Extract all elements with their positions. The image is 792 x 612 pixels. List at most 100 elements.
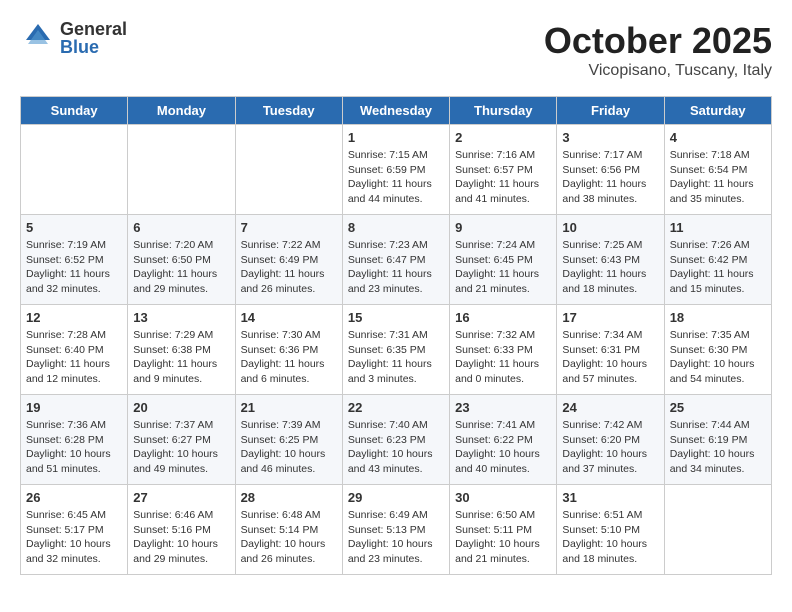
calendar-day: 30 Sunrise: 6:50 AM Sunset: 5:11 PM Dayli… [450,485,557,575]
day-info: Sunrise: 6:50 AM Sunset: 5:11 PM Dayligh… [455,508,551,567]
day-number: 4 [670,130,766,145]
calendar-day: 24 Sunrise: 7:42 AM Sunset: 6:20 PM Dayli… [557,395,664,485]
calendar-header-row: SundayMondayTuesdayWednesdayThursdayFrid… [21,97,772,125]
logo-text: General Blue [60,20,127,56]
day-info: Sunrise: 7:22 AM Sunset: 6:49 PM Dayligh… [241,238,337,297]
header: General Blue October 2025 Vicopisano, Tu… [20,20,772,80]
calendar-day: 22 Sunrise: 7:40 AM Sunset: 6:23 PM Dayli… [342,395,449,485]
day-info: Sunrise: 7:25 AM Sunset: 6:43 PM Dayligh… [562,238,658,297]
day-info: Sunrise: 7:31 AM Sunset: 6:35 PM Dayligh… [348,328,444,387]
day-number: 28 [241,490,337,505]
calendar-day [21,125,128,215]
calendar-week-4: 19 Sunrise: 7:36 AM Sunset: 6:28 PM Dayli… [21,395,772,485]
calendar-day: 18 Sunrise: 7:35 AM Sunset: 6:30 PM Dayli… [664,305,771,395]
day-info: Sunrise: 7:35 AM Sunset: 6:30 PM Dayligh… [670,328,766,387]
day-number: 30 [455,490,551,505]
calendar-day: 8 Sunrise: 7:23 AM Sunset: 6:47 PM Daylig… [342,215,449,305]
day-number: 5 [26,220,122,235]
day-info: Sunrise: 6:49 AM Sunset: 5:13 PM Dayligh… [348,508,444,567]
logo-general: General [60,20,127,38]
day-number: 2 [455,130,551,145]
day-number: 27 [133,490,229,505]
day-header-friday: Friday [557,97,664,125]
calendar-week-3: 12 Sunrise: 7:28 AM Sunset: 6:40 PM Dayli… [21,305,772,395]
day-info: Sunrise: 7:40 AM Sunset: 6:23 PM Dayligh… [348,418,444,477]
title-area: October 2025 Vicopisano, Tuscany, Italy [544,20,772,80]
day-number: 6 [133,220,229,235]
day-number: 12 [26,310,122,325]
calendar-body: 1Sunrise: 7:15 AM Sunset: 6:59 PM Daylig… [21,125,772,575]
day-info: Sunrise: 7:34 AM Sunset: 6:31 PM Dayligh… [562,328,658,387]
day-info: Sunrise: 7:20 AM Sunset: 6:50 PM Dayligh… [133,238,229,297]
day-number: 7 [241,220,337,235]
calendar-day: 7 Sunrise: 7:22 AM Sunset: 6:49 PM Daylig… [235,215,342,305]
day-info: Sunrise: 7:36 AM Sunset: 6:28 PM Dayligh… [26,418,122,477]
calendar-day: 17Sunrise: 7:34 AM Sunset: 6:31 PM Dayli… [557,305,664,395]
day-info: Sunrise: 7:41 AM Sunset: 6:22 PM Dayligh… [455,418,551,477]
calendar-day: 10 Sunrise: 7:25 AM Sunset: 6:43 PM Dayli… [557,215,664,305]
day-info: Sunrise: 7:15 AM Sunset: 6:59 PM Dayligh… [348,148,444,207]
day-number: 19 [26,400,122,415]
day-number: 25 [670,400,766,415]
day-info: Sunrise: 6:46 AM Sunset: 5:16 PM Dayligh… [133,508,229,567]
day-number: 22 [348,400,444,415]
day-info: Sunrise: 6:45 AM Sunset: 5:17 PM Dayligh… [26,508,122,567]
location-title: Vicopisano, Tuscany, Italy [544,62,772,80]
day-info: Sunrise: 7:37 AM Sunset: 6:27 PM Dayligh… [133,418,229,477]
day-number: 10 [562,220,658,235]
calendar-week-2: 5 Sunrise: 7:19 AM Sunset: 6:52 PM Daylig… [21,215,772,305]
calendar-day: 14Sunrise: 7:30 AM Sunset: 6:36 PM Dayli… [235,305,342,395]
calendar-day: 12 Sunrise: 7:28 AM Sunset: 6:40 PM Dayli… [21,305,128,395]
day-header-thursday: Thursday [450,97,557,125]
calendar-day: 6 Sunrise: 7:20 AM Sunset: 6:50 PM Daylig… [128,215,235,305]
logo-blue: Blue [60,38,127,56]
day-info: Sunrise: 7:39 AM Sunset: 6:25 PM Dayligh… [241,418,337,477]
day-number: 11 [670,220,766,235]
logo-icon [20,20,56,56]
day-info: Sunrise: 7:28 AM Sunset: 6:40 PM Dayligh… [26,328,122,387]
day-number: 20 [133,400,229,415]
calendar-day [128,125,235,215]
logo: General Blue [20,20,127,56]
day-number: 31 [562,490,658,505]
day-info: Sunrise: 7:23 AM Sunset: 6:47 PM Dayligh… [348,238,444,297]
calendar-day [235,125,342,215]
calendar-day: 20 Sunrise: 7:37 AM Sunset: 6:27 PM Dayli… [128,395,235,485]
calendar-week-5: 26 Sunrise: 6:45 AM Sunset: 5:17 PM Dayli… [21,485,772,575]
day-header-tuesday: Tuesday [235,97,342,125]
calendar-day: 26 Sunrise: 6:45 AM Sunset: 5:17 PM Dayli… [21,485,128,575]
calendar-week-1: 1Sunrise: 7:15 AM Sunset: 6:59 PM Daylig… [21,125,772,215]
day-header-wednesday: Wednesday [342,97,449,125]
day-header-sunday: Sunday [21,97,128,125]
day-info: Sunrise: 6:48 AM Sunset: 5:14 PM Dayligh… [241,508,337,567]
month-title: October 2025 [544,20,772,62]
day-number: 24 [562,400,658,415]
calendar-day: 27 Sunrise: 6:46 AM Sunset: 5:16 PM Dayli… [128,485,235,575]
calendar-table: SundayMondayTuesdayWednesdayThursdayFrid… [20,96,772,575]
calendar-day: 11 Sunrise: 7:26 AM Sunset: 6:42 PM Dayli… [664,215,771,305]
day-info: Sunrise: 7:16 AM Sunset: 6:57 PM Dayligh… [455,148,551,207]
day-info: Sunrise: 7:26 AM Sunset: 6:42 PM Dayligh… [670,238,766,297]
day-number: 23 [455,400,551,415]
day-info: Sunrise: 7:19 AM Sunset: 6:52 PM Dayligh… [26,238,122,297]
calendar-day: 28 Sunrise: 6:48 AM Sunset: 5:14 PM Dayli… [235,485,342,575]
day-info: Sunrise: 7:42 AM Sunset: 6:20 PM Dayligh… [562,418,658,477]
day-number: 26 [26,490,122,505]
calendar-day: 15 Sunrise: 7:31 AM Sunset: 6:35 PM Dayli… [342,305,449,395]
calendar-day: 31Sunrise: 6:51 AM Sunset: 5:10 PM Dayli… [557,485,664,575]
day-header-saturday: Saturday [664,97,771,125]
day-number: 8 [348,220,444,235]
day-number: 16 [455,310,551,325]
day-number: 15 [348,310,444,325]
day-number: 18 [670,310,766,325]
day-info: Sunrise: 7:30 AM Sunset: 6:36 PM Dayligh… [241,328,337,387]
calendar-day: 16 Sunrise: 7:32 AM Sunset: 6:33 PM Dayli… [450,305,557,395]
day-info: Sunrise: 7:18 AM Sunset: 6:54 PM Dayligh… [670,148,766,207]
day-info: Sunrise: 7:32 AM Sunset: 6:33 PM Dayligh… [455,328,551,387]
day-info: Sunrise: 7:29 AM Sunset: 6:38 PM Dayligh… [133,328,229,387]
calendar-day: 19 Sunrise: 7:36 AM Sunset: 6:28 PM Dayli… [21,395,128,485]
calendar-day: 9Sunrise: 7:24 AM Sunset: 6:45 PM Daylig… [450,215,557,305]
day-number: 3 [562,130,658,145]
day-number: 13 [133,310,229,325]
day-header-monday: Monday [128,97,235,125]
